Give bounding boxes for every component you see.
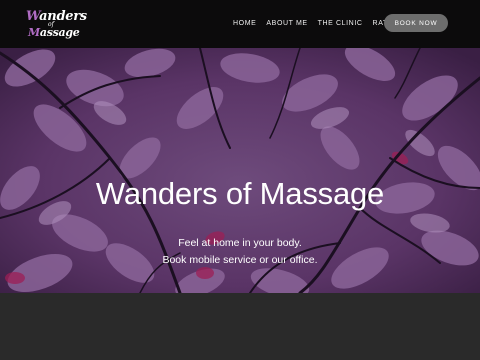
hero-title: Wanders of Massage	[95, 176, 385, 211]
hero-banner: Wanders of Massage Feel at home in your …	[0, 48, 480, 293]
main-nav: HOME ABOUT ME THE CLINIC RATES	[233, 19, 408, 28]
book-now-button[interactable]: BOOK NOW	[384, 14, 448, 32]
site-header: Wanders of Massage HOME ABOUT ME THE CLI…	[0, 0, 480, 48]
hero-subtagline: Book mobile service or our office.	[162, 254, 318, 266]
nav-about-me-link[interactable]: ABOUT ME	[266, 19, 307, 28]
hero-tagline: Feel at home in your body.	[178, 237, 302, 249]
content-section	[0, 293, 480, 360]
logo-line-massage: Massage	[28, 26, 80, 39]
site-logo[interactable]: Wanders of Massage	[26, 10, 87, 40]
nav-the-clinic-link[interactable]: THE CLINIC	[318, 19, 363, 28]
nav-home-link[interactable]: HOME	[233, 19, 256, 28]
logo-line-wanders: Wanders	[26, 9, 87, 24]
